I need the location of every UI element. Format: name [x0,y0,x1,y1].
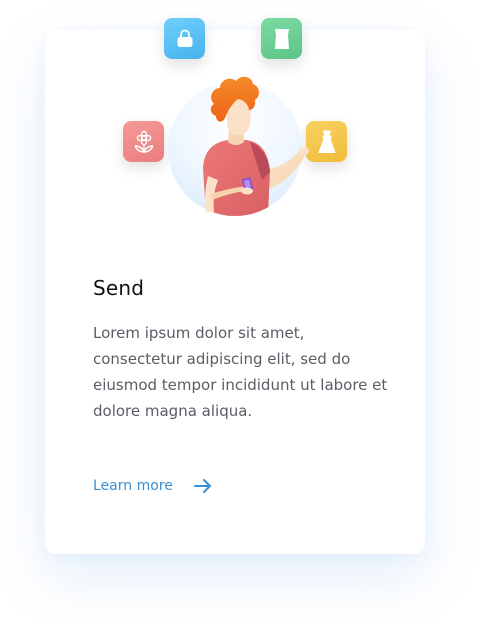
page: Send Lorem ipsum dolor sit amet, consect… [0,0,480,625]
card-title: Send [93,276,145,300]
send-illustration [0,0,480,240]
learn-more-label: Learn more [93,478,173,494]
person-figure [203,76,309,216]
learn-more-link[interactable]: Learn more [93,478,213,494]
card-description: Lorem ipsum dolor sit amet, consectetur … [93,324,388,420]
arrow-right-icon [193,479,211,493]
